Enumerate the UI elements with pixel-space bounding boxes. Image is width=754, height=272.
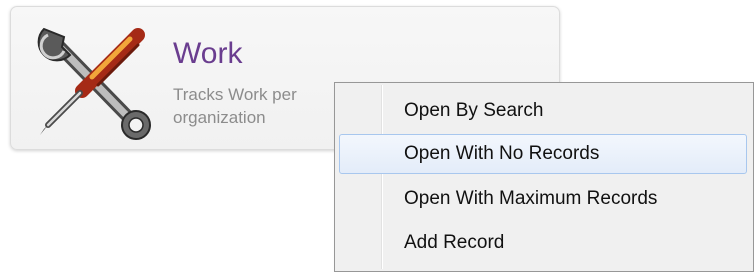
menu-item-open-by-search[interactable]: Open By Search — [339, 91, 747, 131]
tile-description-line1: Tracks Work per — [173, 85, 297, 104]
context-menu: Open By Search Open With No Records Open… — [334, 82, 754, 272]
tile-description-line2: organization — [173, 108, 266, 127]
wrench-screwdriver-icon — [37, 27, 151, 140]
menu-item-add-record[interactable]: Add Record — [339, 223, 747, 263]
menu-item-open-with-maximum-records[interactable]: Open With Maximum Records — [339, 179, 747, 219]
tile-description: Tracks Work per organization — [173, 83, 333, 129]
stage: Work Tracks Work per organization Open By… — [0, 0, 754, 272]
menu-item-open-with-no-records[interactable]: Open With No Records — [339, 134, 747, 174]
tile-title: Work — [173, 37, 243, 70]
